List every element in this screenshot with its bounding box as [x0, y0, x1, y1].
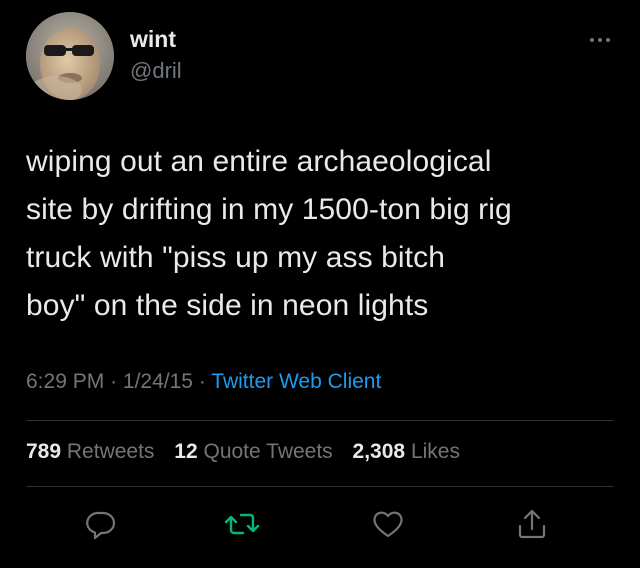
likes-label: Likes	[410, 440, 460, 463]
retweet-button[interactable]	[222, 504, 262, 544]
tweet-stats: 789 Retweets 12 Quote Tweets 2,308 Likes	[26, 440, 474, 464]
tweet-actions	[0, 504, 640, 544]
divider	[26, 486, 614, 487]
display-name[interactable]: wint	[130, 26, 176, 53]
likes-stat[interactable]: 2,308 Likes	[353, 440, 460, 463]
quote-tweets-stat[interactable]: 12 Quote Tweets	[174, 440, 332, 463]
share-button[interactable]	[512, 504, 552, 544]
share-icon	[518, 509, 546, 539]
retweets-label: Retweets	[66, 440, 155, 463]
heart-icon	[373, 511, 403, 538]
tweet-text: wiping out an entire archaeological site…	[26, 145, 512, 322]
tweet-date[interactable]: 1/24/15	[123, 370, 193, 393]
more-horizontal-icon	[590, 38, 610, 42]
more-options-button[interactable]	[584, 30, 616, 50]
avatar-image	[26, 12, 114, 100]
like-button[interactable]	[368, 504, 408, 544]
retweets-stat[interactable]: 789 Retweets	[26, 440, 154, 463]
avatar[interactable]	[26, 12, 114, 100]
quote-tweets-count: 12	[174, 440, 198, 463]
tweet-metadata: 6:29 PM · 1/24/15 · Twitter Web Client	[26, 370, 381, 394]
retweet-icon	[224, 513, 260, 535]
divider	[26, 420, 614, 421]
tweet-client-link[interactable]: Twitter Web Client	[211, 370, 381, 393]
user-handle[interactable]: @dril	[130, 58, 182, 84]
likes-count: 2,308	[352, 440, 406, 463]
retweets-count: 789	[26, 440, 62, 463]
reply-button[interactable]	[80, 504, 120, 544]
tweet-header: wint @dril	[26, 12, 620, 102]
meta-separator: ·	[110, 370, 118, 393]
tweet-time[interactable]: 6:29 PM	[26, 370, 104, 393]
reply-icon	[86, 511, 116, 540]
quote-tweets-label: Quote Tweets	[203, 440, 333, 463]
meta-separator: ·	[198, 370, 206, 393]
